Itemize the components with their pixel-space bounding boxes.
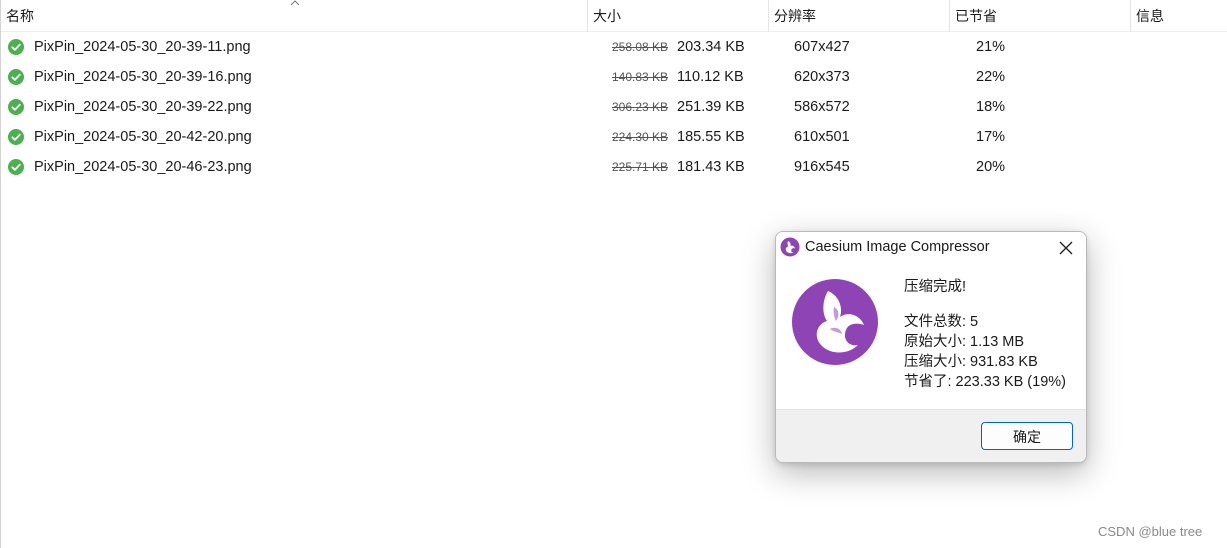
saved-percent: 18%	[976, 99, 1006, 115]
dialog-titlebar[interactable]: Caesium Image Compressor	[776, 232, 1086, 263]
original-size: 306.23 KB	[612, 100, 669, 114]
column-header-size[interactable]: 大小	[588, 0, 769, 32]
resolution: 610x501	[794, 129, 850, 145]
ok-button[interactable]: 确定	[981, 422, 1073, 450]
dialog-footer: 确定	[776, 409, 1086, 462]
compressed-size: 110.12 KB	[677, 69, 744, 85]
file-row[interactable]: PixPin_2024-05-30_20-46-23.png 225.71 KB…	[1, 152, 1227, 182]
column-header-info[interactable]: 信息	[1131, 0, 1227, 32]
resolution: 620x373	[794, 69, 850, 85]
file-list-window: 名称 大小 分辨率 已节省 信息 PixPin_2024-05-30_20-39…	[0, 0, 1227, 548]
saved-text: 节省了: 223.33 KB (19%)	[904, 374, 1066, 390]
compressed-size: 181.43 KB	[677, 159, 745, 175]
success-check-icon	[8, 99, 24, 115]
file-name: PixPin_2024-05-30_20-42-20.png	[34, 129, 252, 145]
caesium-logo-icon	[792, 279, 878, 365]
resolution: 586x572	[794, 99, 850, 115]
column-header-resolution-label: 分辨率	[774, 8, 816, 24]
original-size: 224.30 KB	[612, 130, 669, 144]
dialog-message: 压缩完成! 文件总数: 5 原始大小: 1.13 MB 压缩大小: 931.83…	[904, 277, 1082, 392]
column-header-size-label: 大小	[593, 8, 621, 24]
column-header-resolution[interactable]: 分辨率	[769, 0, 950, 32]
file-row[interactable]: PixPin_2024-05-30_20-39-22.png 306.23 KB…	[1, 92, 1227, 122]
close-icon	[1059, 241, 1073, 255]
original-size-text: 原始大小: 1.13 MB	[904, 334, 1025, 350]
compression-complete-dialog: Caesium Image Compressor 压缩完成! 文件总数: 5 原…	[775, 231, 1087, 463]
caesium-app-icon	[780, 237, 800, 257]
dialog-title: Caesium Image Compressor	[805, 239, 990, 255]
file-name: PixPin_2024-05-30_20-39-16.png	[34, 69, 252, 85]
file-row[interactable]: PixPin_2024-05-30_20-39-16.png 140.83 KB…	[1, 62, 1227, 92]
column-header-name-label: 名称	[6, 8, 34, 24]
resolution: 916x545	[794, 159, 850, 175]
success-check-icon	[8, 159, 24, 175]
dialog-body: 压缩完成! 文件总数: 5 原始大小: 1.13 MB 压缩大小: 931.83…	[776, 263, 1086, 409]
compressed-size: 185.55 KB	[677, 129, 745, 145]
sort-ascending-icon	[290, 0, 300, 6]
total-files-text: 文件总数: 5	[904, 314, 979, 330]
column-header-name[interactable]: 名称	[1, 0, 588, 32]
success-check-icon	[8, 129, 24, 145]
column-header-saved[interactable]: 已节省	[950, 0, 1131, 32]
success-check-icon	[8, 39, 24, 55]
success-check-icon	[8, 69, 24, 85]
file-name: PixPin_2024-05-30_20-46-23.png	[34, 159, 252, 175]
compressed-size: 203.34 KB	[677, 39, 745, 55]
saved-percent: 17%	[976, 129, 1006, 145]
file-name: PixPin_2024-05-30_20-39-22.png	[34, 99, 252, 115]
saved-percent: 20%	[976, 159, 1006, 175]
column-header-info-label: 信息	[1136, 8, 1164, 24]
original-size: 140.83 KB	[612, 70, 669, 84]
file-row[interactable]: PixPin_2024-05-30_20-42-20.png 224.30 KB…	[1, 122, 1227, 152]
file-name: PixPin_2024-05-30_20-39-11.png	[34, 39, 251, 55]
original-size: 258.08 KB	[612, 40, 669, 54]
resolution: 607x427	[794, 39, 850, 55]
file-row[interactable]: PixPin_2024-05-30_20-39-11.png 258.08 KB…	[1, 32, 1227, 62]
completion-headline: 压缩完成!	[904, 279, 967, 295]
close-button[interactable]	[1051, 232, 1081, 262]
original-size: 225.71 KB	[612, 160, 669, 174]
column-header-saved-label: 已节省	[955, 8, 997, 24]
saved-percent: 22%	[976, 69, 1006, 85]
saved-percent: 21%	[976, 39, 1006, 55]
compressed-size: 251.39 KB	[677, 99, 745, 115]
column-header-row: 名称 大小 分辨率 已节省 信息	[1, 0, 1227, 32]
compressed-size-text: 压缩大小: 931.83 KB	[904, 354, 1038, 370]
watermark: CSDN @blue tree	[1098, 524, 1203, 539]
